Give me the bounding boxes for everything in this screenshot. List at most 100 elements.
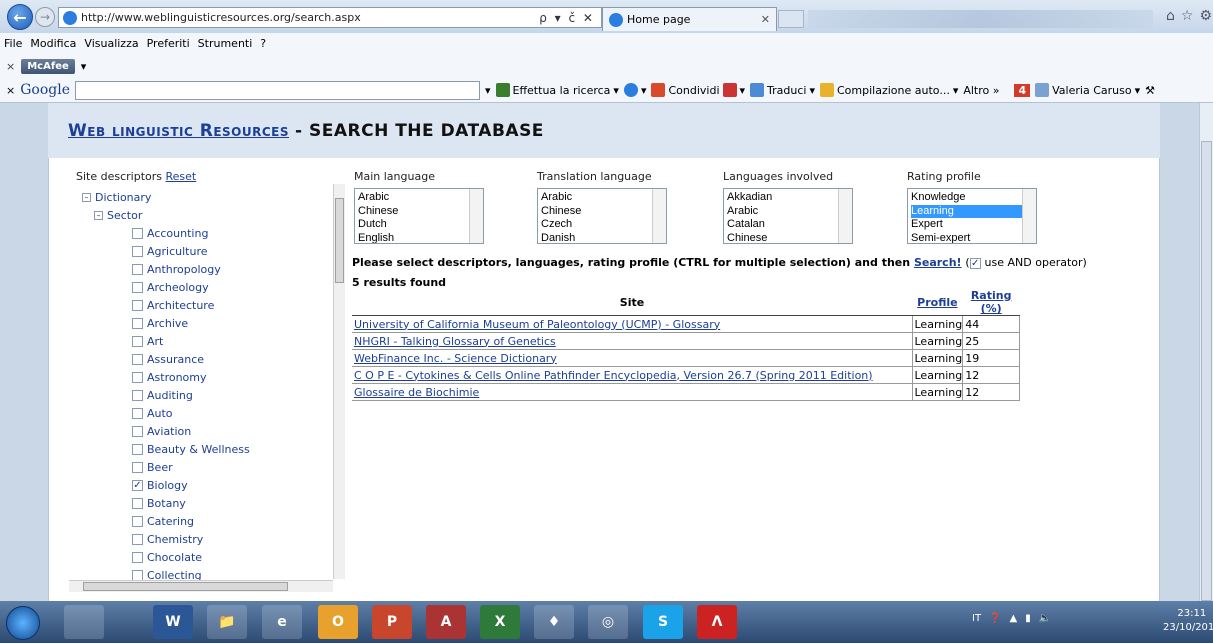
sector-item[interactable]: Archive xyxy=(132,314,334,332)
sector-item[interactable]: Accounting xyxy=(132,224,334,242)
menu-file[interactable]: File xyxy=(4,37,22,50)
tree-hscroll-thumb[interactable] xyxy=(83,582,288,591)
search-link[interactable]: Search! xyxy=(914,256,962,269)
sector-checkbox[interactable] xyxy=(132,227,143,239)
translation-language-option[interactable]: Arabic xyxy=(541,191,663,205)
menu-help[interactable]: ? xyxy=(260,37,266,50)
translate-button[interactable]: Traduci ▾ xyxy=(750,83,815,97)
languages-involved-option[interactable]: Akkadian xyxy=(727,191,849,205)
skype-icon[interactable]: S xyxy=(643,605,683,639)
wrench-icon[interactable]: ⚒ xyxy=(1145,84,1155,97)
column-header-rating[interactable]: Rating (%) xyxy=(971,289,1012,315)
main-language-option[interactable]: Arabic xyxy=(358,191,480,205)
sector-checkbox[interactable] xyxy=(132,407,143,419)
tab-close-icon[interactable]: ✕ xyxy=(761,13,770,26)
cd-icon[interactable]: ◎ xyxy=(588,605,628,639)
start-button[interactable] xyxy=(6,606,40,640)
sector-item[interactable]: Art xyxy=(132,332,334,350)
menu-visualizza[interactable]: Visualizza xyxy=(84,37,138,50)
page-scrollbar[interactable] xyxy=(1199,103,1213,601)
favorites-star-icon[interactable]: ☆ xyxy=(1181,8,1200,24)
rating-profile-option[interactable]: Expert xyxy=(911,218,1033,232)
sector-item[interactable]: Archeology xyxy=(132,278,334,296)
result-site-link[interactable]: Glossaire de Biochimie xyxy=(354,386,479,399)
sector-item[interactable]: Botany xyxy=(132,494,334,512)
sector-item[interactable]: Architecture xyxy=(132,296,334,314)
sector-checkbox[interactable] xyxy=(132,569,143,580)
list-scrollbar[interactable] xyxy=(469,189,483,243)
tree-node-sector[interactable]: – Sector xyxy=(94,206,334,224)
sector-item[interactable]: Collecting xyxy=(132,566,334,580)
and-operator-checkbox[interactable]: ✓ xyxy=(969,257,981,269)
user-account[interactable]: Valeria Caruso ▾ xyxy=(1035,83,1140,97)
sector-checkbox[interactable] xyxy=(132,353,143,365)
sector-checkbox[interactable] xyxy=(132,497,143,509)
sector-checkbox[interactable] xyxy=(132,245,143,257)
language-indicator[interactable]: IT xyxy=(972,613,981,624)
mcafee-button[interactable]: McAfee xyxy=(21,58,75,74)
sector-checkbox[interactable] xyxy=(132,425,143,437)
result-site-link[interactable]: WebFinance Inc. - Science Dictionary xyxy=(354,352,557,365)
puzzle-button[interactable]: ▾ xyxy=(623,83,646,97)
collapse-icon[interactable]: – xyxy=(94,210,103,220)
sector-item[interactable]: Beer xyxy=(132,458,334,476)
sector-checkbox[interactable] xyxy=(132,335,143,347)
menu-modifica[interactable]: Modifica xyxy=(30,37,76,50)
sector-item[interactable]: Agriculture xyxy=(132,242,334,260)
search-button[interactable]: Effettua la ricerca ▾ xyxy=(495,83,619,97)
clock[interactable]: 23:11 23/10/2012 xyxy=(1163,607,1213,635)
main-language-option[interactable]: Chinese xyxy=(358,205,480,219)
sector-checkbox[interactable] xyxy=(132,515,143,527)
collapse-icon[interactable]: – xyxy=(82,192,91,202)
rating-profile-option[interactable]: Semi-expert xyxy=(911,232,1033,244)
languages-involved-option[interactable]: Arabic xyxy=(727,205,849,219)
google-search-input[interactable] xyxy=(74,80,480,100)
powerpoint-icon[interactable]: P xyxy=(372,605,412,639)
list-scrollbar[interactable] xyxy=(838,189,852,243)
access-icon[interactable]: A xyxy=(426,605,466,639)
sector-item[interactable]: Chocolate xyxy=(132,548,334,566)
back-button[interactable]: ← xyxy=(7,4,33,30)
result-site-link[interactable]: University of California Museum of Paleo… xyxy=(354,318,720,331)
translation-language-list[interactable]: Arabic Chinese Czech Danish xyxy=(537,188,667,244)
sector-checkbox[interactable] xyxy=(132,281,143,293)
sector-checkbox[interactable] xyxy=(132,263,143,275)
home-icon[interactable]: ⌂ xyxy=(1166,8,1181,24)
column-header-profile[interactable]: Profile xyxy=(917,296,957,309)
translation-language-option[interactable]: Danish xyxy=(541,232,663,244)
sector-item[interactable]: Beauty & Wellness xyxy=(132,440,334,458)
main-language-option[interactable]: Dutch xyxy=(358,218,480,232)
media-icon[interactable]: ♦ xyxy=(534,605,574,639)
notification-badge[interactable]: 4 xyxy=(1014,83,1031,97)
list-scrollbar[interactable] xyxy=(1022,189,1036,243)
main-language-list[interactable]: Arabic Chinese Dutch English xyxy=(354,188,484,244)
more-button[interactable]: Altro » xyxy=(963,84,999,97)
outlook-icon[interactable]: O xyxy=(318,605,358,639)
sector-checkbox[interactable] xyxy=(132,299,143,311)
toolbar-icons[interactable]: ⌂☆⚙ xyxy=(1166,8,1213,24)
tree-horizontal-scrollbar[interactable] xyxy=(69,580,333,592)
main-language-option[interactable]: English xyxy=(358,232,480,244)
reset-link[interactable]: Reset xyxy=(166,170,197,183)
page-scrollbar-thumb[interactable] xyxy=(1201,141,1212,601)
word-icon[interactable]: W xyxy=(153,605,193,639)
translation-language-option[interactable]: Czech xyxy=(541,218,663,232)
help-icon[interactable]: ❓ xyxy=(989,613,1001,624)
sector-item[interactable]: Chemistry xyxy=(132,530,334,548)
sector-item[interactable]: Anthropology xyxy=(132,260,334,278)
tree-scrollbar[interactable] xyxy=(333,184,345,579)
browser-tab[interactable]: Home page ✕ xyxy=(602,7,777,31)
menu-preferiti[interactable]: Preferiti xyxy=(147,37,190,50)
network-icon[interactable]: ▮ xyxy=(1025,613,1031,624)
chevron-down-icon[interactable]: ▾ xyxy=(81,60,87,73)
languages-involved-option[interactable]: Catalan xyxy=(727,218,849,232)
sector-item[interactable]: Auto xyxy=(132,404,334,422)
excel-icon[interactable]: X xyxy=(480,605,520,639)
tree-scrollbar-thumb[interactable] xyxy=(335,198,344,283)
rating-profile-option-selected[interactable]: Learning xyxy=(911,204,1033,218)
sector-checkbox[interactable] xyxy=(132,461,143,473)
forward-button[interactable]: → xyxy=(35,7,55,27)
close-toolbar-icon[interactable]: × xyxy=(6,84,15,97)
gear-icon[interactable]: ⚙ xyxy=(1199,8,1213,24)
show-hidden-icon[interactable]: ▲ xyxy=(1010,613,1018,624)
